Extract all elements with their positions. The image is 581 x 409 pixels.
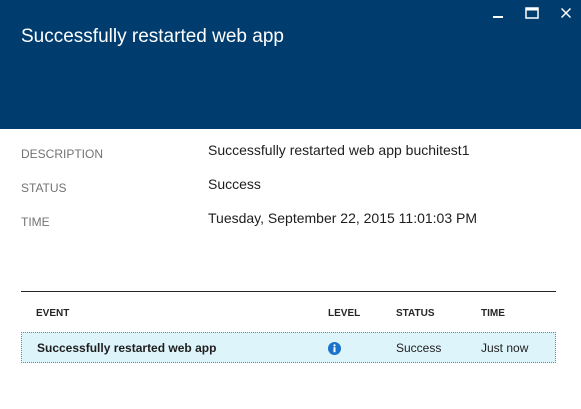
table-row[interactable]: Successfully restarted web app Success J… [21,332,556,363]
blade-header: Successfully restarted web app [0,0,581,129]
description-value: Successfully restarted web app buchitest… [208,142,470,158]
column-header-event[interactable]: EVENT [36,308,69,319]
column-header-time[interactable]: TIME [481,308,505,319]
time-value: Tuesday, September 22, 2015 11:01:03 PM [208,210,478,226]
maximize-icon [525,7,539,19]
close-icon [560,7,572,19]
column-header-status[interactable]: STATUS [396,308,435,319]
description-label: DESCRIPTION [21,147,104,161]
status-value: Success [208,176,261,192]
time-label: TIME [21,215,50,229]
status-cell: Success [396,341,442,355]
minimize-icon [493,16,503,18]
minimize-button[interactable] [488,4,508,22]
events-grid: EVENT LEVEL STATUS TIME Successfully res… [21,291,556,363]
maximize-button[interactable] [522,4,542,22]
event-cell: Successfully restarted web app [37,341,217,355]
grid-header: EVENT LEVEL STATUS TIME [21,292,556,332]
info-icon [328,342,341,355]
blade-title: Successfully restarted web app [21,26,284,47]
close-button[interactable] [556,4,576,22]
status-label: STATUS [21,181,67,195]
column-header-level[interactable]: LEVEL [328,308,360,319]
time-cell: Just now [481,341,529,355]
